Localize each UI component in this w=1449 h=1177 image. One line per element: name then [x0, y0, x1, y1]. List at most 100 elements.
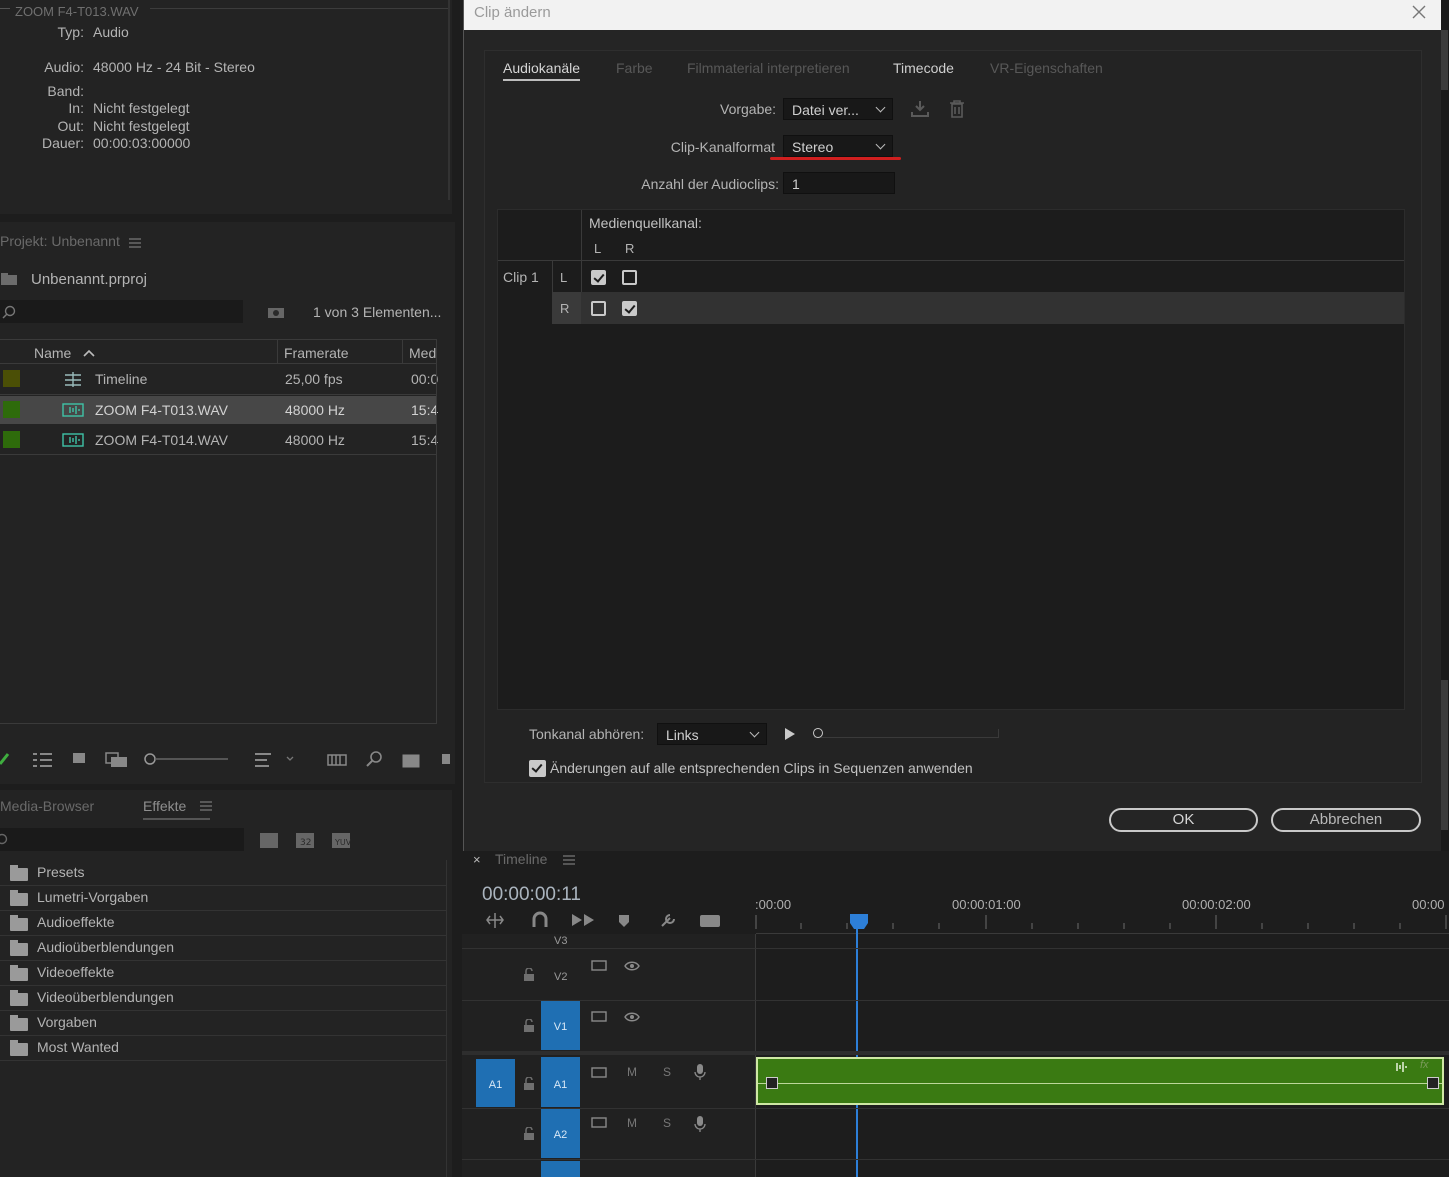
preview-slider[interactable] — [813, 728, 999, 738]
lock-icon[interactable] — [523, 1127, 535, 1141]
channel-format-dropdown[interactable]: Stereo — [783, 135, 893, 157]
sync-lock-icon[interactable] — [590, 1115, 608, 1131]
ruler-label: 00:00 — [1412, 897, 1445, 912]
project-item-framerate: 25,00 fps — [285, 371, 343, 387]
playhead-handle[interactable] — [849, 913, 873, 931]
effects-item-lumetri[interactable]: Lumetri-Vorgaben — [0, 885, 446, 911]
effects-item-most-wanted[interactable]: Most Wanted — [0, 1035, 446, 1061]
ok-button[interactable]: OK — [1109, 808, 1258, 832]
dialog-title: Clip ändern — [474, 4, 551, 21]
info-title: ZOOM F4-T013.WAV — [15, 4, 139, 19]
dialog-content: Audiokanäle Farbe Filmmaterial interpret… — [484, 50, 1422, 783]
effects-search-input[interactable] — [0, 828, 244, 851]
effects-item-label: Audioüberblendungen — [37, 939, 175, 955]
folder-icon — [10, 1040, 28, 1056]
label-color-swatch[interactable] — [3, 401, 20, 418]
microphone-icon[interactable] — [694, 1063, 706, 1081]
keyframe-start-icon[interactable] — [766, 1077, 778, 1089]
checkbox-r-l[interactable] — [591, 301, 606, 316]
effects-item-video-effects[interactable]: Videoeffekte — [0, 960, 446, 986]
delete-preset-icon[interactable] — [949, 99, 965, 119]
tab-vr-properties[interactable]: VR-Eigenschaften — [990, 60, 1103, 76]
column-name[interactable]: Name — [34, 345, 71, 361]
track-target-a2[interactable]: A2 — [541, 1109, 580, 1158]
preset-label: Vorgabe: — [720, 101, 777, 117]
project-row-timeline[interactable]: Timeline 25,00 fps 00:0 — [0, 365, 438, 394]
slider-handle[interactable] — [813, 728, 823, 738]
tab-audio-channels[interactable]: Audiokanäle — [503, 60, 581, 81]
track-controls[interactable] — [590, 958, 640, 974]
play-icon[interactable] — [784, 727, 796, 741]
project-panel: Projekt: Unbenannt Unbenannt.prproj 1 vo… — [0, 222, 455, 784]
sync-lock-icon[interactable] — [590, 1065, 608, 1081]
source-channel-label: Medienquellkanal: — [589, 215, 702, 231]
folder-icon — [10, 940, 28, 956]
sort-ascending-icon[interactable] — [83, 349, 95, 357]
scrollbar[interactable] — [1441, 0, 1449, 851]
keyframe-end-icon[interactable] — [1427, 1077, 1439, 1089]
project-row-selected[interactable]: ZOOM F4-T013.WAV 48000 Hz 15:4 — [0, 396, 438, 424]
solo-button[interactable]: S — [663, 1065, 671, 1079]
apply-all-label: Änderungen auf alle entsprechenden Clips… — [550, 760, 973, 776]
project-tab[interactable]: Projekt: Unbenannt — [0, 233, 120, 249]
audio-clips-count-input[interactable]: 1 — [783, 172, 895, 194]
folder-icon — [10, 990, 28, 1006]
lock-icon[interactable] — [523, 1077, 535, 1091]
search-icon — [2, 305, 16, 319]
track-target-v1[interactable]: V1 — [541, 1001, 580, 1050]
project-search-input[interactable] — [0, 300, 243, 323]
mute-button[interactable]: M — [627, 1065, 637, 1079]
project-row[interactable]: ZOOM F4-T014.WAV 48000 Hz 15:4 — [0, 426, 438, 454]
timecode-display[interactable]: 00:00:00:11 — [482, 884, 581, 906]
folder-icon — [10, 965, 28, 981]
effects-item-video-transitions[interactable]: Videoüberblendungen — [0, 985, 446, 1011]
checkbox-l-l[interactable] — [591, 270, 606, 285]
track-target-a3[interactable] — [541, 1161, 580, 1177]
column-framerate[interactable]: Framerate — [284, 345, 349, 361]
source-patch-a1[interactable]: A1 — [476, 1059, 515, 1107]
preset-dropdown[interactable]: Datei ver... — [783, 98, 893, 120]
apply-all-checkbox[interactable] — [529, 760, 546, 777]
project-menu-icon[interactable] — [129, 235, 141, 251]
mute-button[interactable]: M — [627, 1116, 637, 1130]
column-media[interactable]: Med — [409, 345, 436, 361]
tab-timecode[interactable]: Timecode — [893, 60, 954, 76]
new-bin-icon[interactable] — [267, 305, 285, 319]
tab-interpret-footage[interactable]: Filmmaterial interpretieren — [687, 60, 850, 76]
lock-icon[interactable] — [523, 1019, 535, 1033]
audio-clip[interactable]: fx — [756, 1057, 1444, 1105]
save-preset-icon[interactable] — [910, 100, 930, 118]
lock-icon[interactable] — [523, 968, 535, 982]
label-color-swatch[interactable] — [3, 431, 20, 448]
effects-item-audio-effects[interactable]: Audioeffekte — [0, 910, 446, 936]
track-label-v3[interactable]: V3 — [554, 935, 567, 947]
checkbox-r-r[interactable] — [622, 301, 637, 316]
panel-menu-icon[interactable] — [563, 855, 575, 865]
effects-item-vorgaben[interactable]: Vorgaben — [0, 1010, 446, 1036]
timeline-tab[interactable]: Timeline — [495, 851, 547, 867]
audio-file-icon — [62, 433, 84, 447]
info-key-out: Out: — [57, 118, 84, 134]
effects-item-audio-transitions[interactable]: Audioüberblendungen — [0, 935, 446, 961]
project-file-name: Unbenannt.prproj — [31, 271, 147, 288]
checkbox-l-r[interactable] — [622, 270, 637, 285]
close-icon[interactable] — [1411, 4, 1427, 20]
cancel-button[interactable]: Abbrechen — [1271, 808, 1421, 832]
tab-media-browser[interactable]: Media-Browser — [0, 798, 94, 814]
track-controls[interactable] — [590, 1009, 640, 1025]
microphone-icon[interactable] — [694, 1115, 706, 1133]
solo-button[interactable]: S — [663, 1116, 671, 1130]
track-label-v2[interactable]: V2 — [554, 971, 567, 983]
label-color-swatch[interactable] — [3, 370, 20, 387]
preset-value: Datei ver... — [792, 102, 859, 118]
panel-menu-icon[interactable] — [200, 801, 212, 811]
effects-filter-icons[interactable]: 32 YUV — [258, 830, 358, 852]
tab-color[interactable]: Farbe — [616, 60, 653, 76]
listen-channel-dropdown[interactable]: Links — [657, 723, 767, 745]
close-icon[interactable]: × — [473, 852, 481, 867]
svg-text:YUV: YUV — [334, 838, 352, 847]
track-target-a1[interactable]: A1 — [541, 1057, 580, 1107]
audio-waveform-icon — [1396, 1062, 1407, 1072]
effects-item-presets[interactable]: Presets — [0, 860, 446, 886]
timeline-tools[interactable] — [484, 911, 724, 931]
